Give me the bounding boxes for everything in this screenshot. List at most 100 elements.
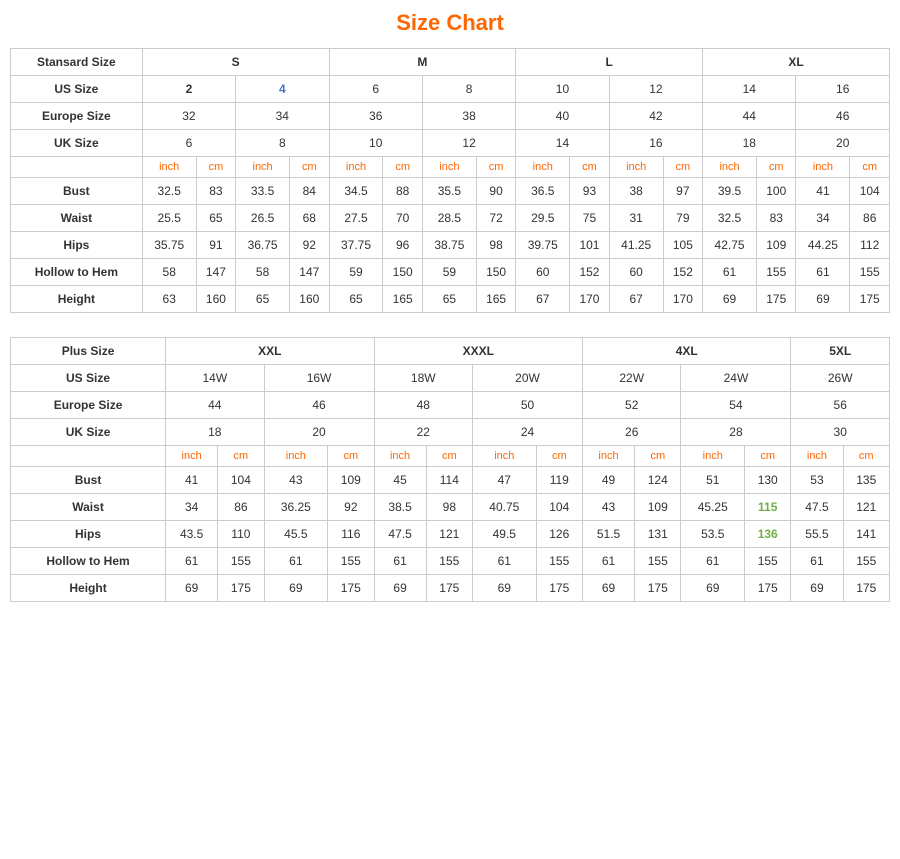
- hollow-0: 58: [142, 259, 196, 286]
- height-3: 160: [290, 286, 329, 313]
- s-header: S: [142, 49, 329, 76]
- eu-m1: 36: [329, 103, 422, 130]
- unit-0: inch: [142, 157, 196, 178]
- plus-unit-0: inch: [166, 446, 218, 467]
- plus-hips-10: 53.5: [681, 521, 745, 548]
- unit-12: inch: [703, 157, 757, 178]
- bust-9: 93: [570, 178, 609, 205]
- plus-bust-1: 104: [218, 467, 264, 494]
- hips-15: 112: [850, 232, 890, 259]
- plus-height-0: 69: [166, 575, 218, 602]
- plus-us-size-label: US Size: [11, 365, 166, 392]
- bust-10: 38: [609, 178, 663, 205]
- waist-4: 27.5: [329, 205, 383, 232]
- plus-height-7: 175: [536, 575, 582, 602]
- plus-waist-10: 45.25: [681, 494, 745, 521]
- plus-bust-4: 45: [374, 467, 426, 494]
- plus-uk-2: 22: [374, 419, 473, 446]
- hollow-label: Hollow to Hem: [11, 259, 143, 286]
- xxxl-header: XXXL: [374, 338, 582, 365]
- plus-unit-5: cm: [426, 446, 472, 467]
- plus-hips-0: 43.5: [166, 521, 218, 548]
- xxl-header: XXL: [166, 338, 374, 365]
- us-s2: 4: [236, 76, 329, 103]
- unit-6: inch: [422, 157, 476, 178]
- plus-height-12: 69: [791, 575, 843, 602]
- unit-15: cm: [850, 157, 890, 178]
- us-l2: 12: [609, 76, 702, 103]
- hips-5: 96: [383, 232, 422, 259]
- plus-eu-0: 44: [166, 392, 265, 419]
- plus-us-0: 14W: [166, 365, 265, 392]
- plus-unit-blank: [11, 446, 166, 467]
- plus-waist-13: 121: [843, 494, 889, 521]
- plus-bust-9: 124: [635, 467, 681, 494]
- plus-us-1: 16W: [264, 365, 374, 392]
- bust-11: 97: [663, 178, 702, 205]
- plus-uk-4: 26: [582, 419, 681, 446]
- plus-waist-label: Waist: [11, 494, 166, 521]
- hips-4: 37.75: [329, 232, 383, 259]
- height-8: 67: [516, 286, 570, 313]
- plus-hollow-10: 61: [681, 548, 745, 575]
- hips-12: 42.75: [703, 232, 757, 259]
- waist-0: 25.5: [142, 205, 196, 232]
- hollow-14: 61: [796, 259, 850, 286]
- waist-3: 68: [290, 205, 329, 232]
- plus-hollow-7: 155: [536, 548, 582, 575]
- standard-size-table: Stansard Size S M L XL US Size 2 4 6 8 1…: [10, 48, 890, 313]
- height-0: 63: [142, 286, 196, 313]
- plus-waist-1: 86: [218, 494, 264, 521]
- hips-11: 105: [663, 232, 702, 259]
- bust-5: 88: [383, 178, 422, 205]
- hips-13: 109: [757, 232, 796, 259]
- plus-unit-2: inch: [264, 446, 328, 467]
- plus-hips-13: 141: [843, 521, 889, 548]
- m-header: M: [329, 49, 516, 76]
- plus-hips-7: 126: [536, 521, 582, 548]
- hollow-15: 155: [850, 259, 890, 286]
- hips-6: 38.75: [422, 232, 476, 259]
- bust-7: 90: [476, 178, 515, 205]
- plus-height-4: 69: [374, 575, 426, 602]
- hips-14: 44.25: [796, 232, 850, 259]
- unit-3: cm: [290, 157, 329, 178]
- eu-m2: 38: [422, 103, 515, 130]
- plus-bust-12: 53: [791, 467, 843, 494]
- plus-waist-5: 98: [426, 494, 472, 521]
- eu-s2: 34: [236, 103, 329, 130]
- waist-5: 70: [383, 205, 422, 232]
- plus-unit-9: cm: [635, 446, 681, 467]
- plus-bust-10: 51: [681, 467, 745, 494]
- plus-bust-6: 47: [473, 467, 537, 494]
- waist-15: 86: [850, 205, 890, 232]
- plus-uk-1: 20: [264, 419, 374, 446]
- uk-l2: 16: [609, 130, 702, 157]
- eu-xl2: 46: [796, 103, 890, 130]
- bust-8: 36.5: [516, 178, 570, 205]
- uk-size-label: UK Size: [11, 130, 143, 157]
- eu-l1: 40: [516, 103, 609, 130]
- unit-10: inch: [609, 157, 663, 178]
- height-label: Height: [11, 286, 143, 313]
- bust-4: 34.5: [329, 178, 383, 205]
- unit-14: inch: [796, 157, 850, 178]
- unit-blank: [11, 157, 143, 178]
- hollow-13: 155: [757, 259, 796, 286]
- plus-waist-0: 34: [166, 494, 218, 521]
- plus-bust-3: 109: [328, 467, 374, 494]
- plus-eu-4: 52: [582, 392, 681, 419]
- hollow-3: 147: [290, 259, 329, 286]
- hips-2: 36.75: [236, 232, 290, 259]
- plus-waist-9: 109: [635, 494, 681, 521]
- plus-height-6: 69: [473, 575, 537, 602]
- height-15: 175: [850, 286, 890, 313]
- uk-l1: 14: [516, 130, 609, 157]
- plus-height-9: 175: [635, 575, 681, 602]
- plus-unit-8: inch: [582, 446, 634, 467]
- plus-hips-4: 47.5: [374, 521, 426, 548]
- xl-header: XL: [703, 49, 890, 76]
- bust-12: 39.5: [703, 178, 757, 205]
- hollow-2: 58: [236, 259, 290, 286]
- plus-unit-4: inch: [374, 446, 426, 467]
